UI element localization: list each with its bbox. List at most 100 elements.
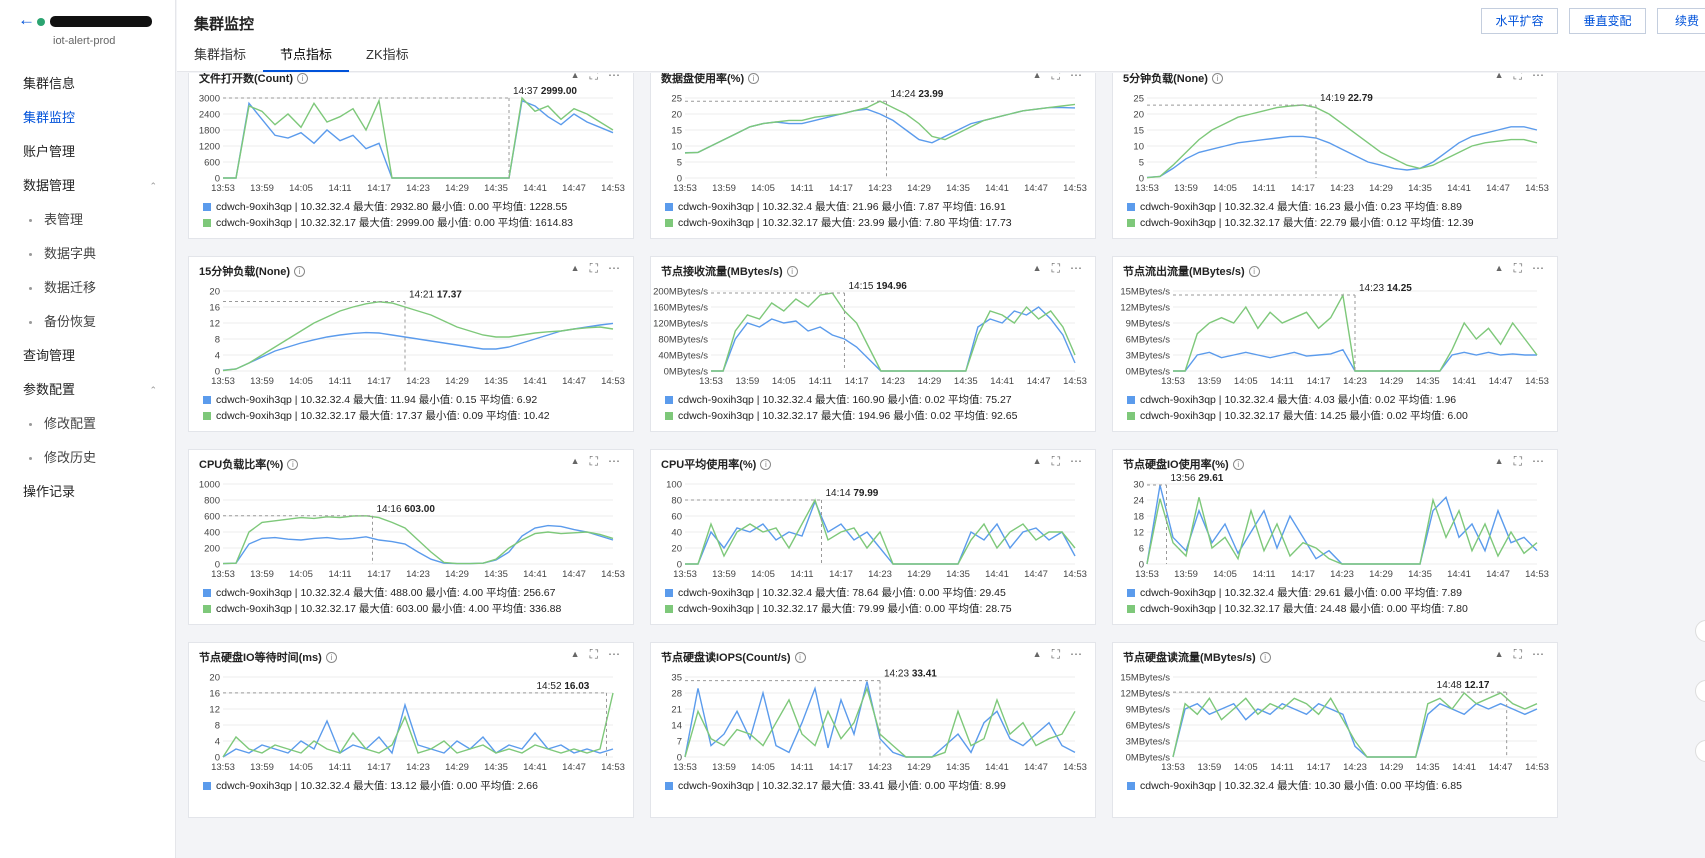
horizontal-scale-button[interactable]: 水平扩容 (1481, 8, 1558, 34)
x-tick-label: 14:23 (881, 376, 905, 384)
sidebar-item-cluster-info[interactable]: 集群信息 (0, 67, 175, 101)
info-icon[interactable]: i (760, 459, 772, 470)
fullscreen-icon[interactable]: ⛶ (1514, 73, 1522, 83)
bell-icon[interactable]: ▲ (1495, 73, 1504, 83)
bell-icon[interactable]: ▲ (1033, 261, 1042, 276)
bell-icon[interactable]: ▲ (1033, 73, 1042, 83)
chart-title-text: 5分钟负载(None) (1123, 73, 1208, 85)
legend-item[interactable]: cdwch-9oxih3qp | 10.32.32.4 最大值: 21.96 最… (665, 199, 1006, 214)
fullscreen-icon[interactable]: ⛶ (590, 73, 598, 83)
bell-icon[interactable]: ▲ (1495, 647, 1504, 662)
vertical-scale-button[interactable]: 垂直变配 (1569, 8, 1646, 34)
bell-icon[interactable]: ▲ (571, 647, 580, 662)
x-tick-label: 13:53 (1161, 376, 1185, 384)
info-icon[interactable]: i (1232, 459, 1244, 470)
tab-node-metrics[interactable]: 节点指标 (263, 46, 350, 72)
bell-icon[interactable]: ▲ (1495, 454, 1504, 469)
fullscreen-icon[interactable]: ⛶ (1514, 647, 1522, 662)
sidebar-item-account[interactable]: 账户管理 (0, 135, 175, 169)
metric-card: 文件打开数(Count) i ▲ ⛶ ⋯ 0 600 1200 1800 2400 3000 13:5… (188, 73, 634, 239)
more-icon[interactable]: ⋯ (1532, 73, 1544, 83)
more-icon[interactable]: ⋯ (1070, 647, 1082, 662)
sidebar-item-dictionary[interactable]: 数据字典 (0, 237, 175, 271)
fullscreen-icon[interactable]: ⛶ (590, 454, 598, 469)
legend-item[interactable]: cdwch-9oxih3qp | 10.32.32.4 最大值: 2932.80… (203, 199, 567, 214)
tab-zk-metrics[interactable]: ZK指标 (349, 46, 426, 72)
bell-icon[interactable]: ▲ (1033, 647, 1042, 662)
more-icon[interactable]: ⋯ (1070, 261, 1082, 276)
sidebar-item-migration[interactable]: 数据迁移 (0, 271, 175, 305)
info-icon[interactable]: i (1211, 73, 1223, 84)
sidebar-item-params[interactable]: 参数配置 ⌃ (0, 373, 175, 407)
x-tick-label: 14:35 (1408, 569, 1432, 577)
fullscreen-icon[interactable]: ⛶ (1052, 261, 1060, 276)
more-icon[interactable]: ⋯ (1532, 647, 1544, 662)
sidebar-item-cluster-monitor[interactable]: 集群监控 (0, 101, 175, 135)
sidebar-item-operation-log[interactable]: 操作记录 (0, 475, 175, 509)
series-line (222, 524, 614, 565)
arrow-left-icon[interactable]: ← (18, 10, 35, 30)
tab-cluster-metrics[interactable]: 集群指标 (177, 46, 263, 72)
sidebar-item-modify-config[interactable]: 修改配置 (0, 407, 175, 441)
fullscreen-icon[interactable]: ⛶ (1514, 261, 1522, 276)
legend-item[interactable]: cdwch-9oxih3qp | 10.32.32.4 最大值: 11.94 最… (203, 392, 537, 407)
sidebar-item-data-management[interactable]: 数据管理 ⌃ (0, 169, 175, 203)
sidebar-item-tables[interactable]: 表管理 (0, 203, 175, 237)
legend-item[interactable]: cdwch-9oxih3qp | 10.32.32.17 最大值: 2999.0… (203, 215, 573, 230)
bell-icon[interactable]: ▲ (571, 73, 580, 83)
more-icon[interactable]: ⋯ (1532, 454, 1544, 469)
x-tick-label: 13:53 (211, 762, 235, 770)
bell-icon[interactable]: ▲ (571, 454, 580, 469)
fullscreen-icon[interactable]: ⛶ (1514, 454, 1522, 469)
legend-item[interactable]: cdwch-9oxih3qp | 10.32.32.17 最大值: 17.37 … (203, 408, 550, 423)
info-icon[interactable]: i (1248, 266, 1260, 277)
legend-swatch (665, 412, 673, 420)
legend-item[interactable]: cdwch-9oxih3qp | 10.32.32.4 最大值: 29.61 最… (1127, 585, 1462, 600)
more-icon[interactable]: ⋯ (1070, 73, 1082, 83)
legend-item[interactable]: cdwch-9oxih3qp | 10.32.32.4 最大值: 16.23 最… (1127, 199, 1462, 214)
legend-item[interactable]: cdwch-9oxih3qp | 10.32.32.17 最大值: 24.48 … (1127, 601, 1468, 616)
legend-item[interactable]: cdwch-9oxih3qp | 10.32.32.4 最大值: 10.30 最… (1127, 778, 1462, 793)
fullscreen-icon[interactable]: ⛶ (1052, 647, 1060, 662)
x-tick-label: 14:29 (1380, 762, 1404, 770)
fullscreen-icon[interactable]: ⛶ (590, 261, 598, 276)
more-icon[interactable]: ⋯ (1070, 454, 1082, 469)
legend-item[interactable]: cdwch-9oxih3qp | 10.32.32.4 最大值: 4.03 最小… (1127, 392, 1456, 407)
more-icon[interactable]: ⋯ (608, 647, 620, 662)
legend-text: cdwch-9oxih3qp | 10.32.32.4 最大值: 4.03 最小… (1140, 394, 1457, 406)
legend-item[interactable]: cdwch-9oxih3qp | 10.32.32.17 最大值: 22.79 … (1127, 215, 1474, 230)
legend-item[interactable]: cdwch-9oxih3qp | 10.32.32.4 最大值: 13.12 最… (203, 778, 538, 793)
info-icon[interactable]: i (294, 266, 306, 277)
legend-item[interactable]: cdwch-9oxih3qp | 10.32.32.17 最大值: 23.99 … (665, 215, 1012, 230)
fullscreen-icon[interactable]: ⛶ (590, 647, 598, 662)
legend-item[interactable]: cdwch-9oxih3qp | 10.32.32.4 最大值: 160.90 … (665, 392, 1012, 407)
legend-item[interactable]: cdwch-9oxih3qp | 10.32.32.17 最大值: 14.25 … (1127, 408, 1468, 423)
legend-item[interactable]: cdwch-9oxih3qp | 10.32.32.4 最大值: 488.00 … (203, 585, 556, 600)
more-icon[interactable]: ⋯ (608, 73, 620, 83)
bell-icon[interactable]: ▲ (571, 261, 580, 276)
fullscreen-icon[interactable]: ⛶ (1052, 73, 1060, 83)
sidebar-item-query[interactable]: 查询管理 (0, 339, 175, 373)
more-icon[interactable]: ⋯ (608, 261, 620, 276)
sidebar-item-backup[interactable]: 备份恢复 (0, 305, 175, 339)
info-icon[interactable]: i (786, 266, 798, 277)
renew-button[interactable]: 续费 (1657, 8, 1705, 34)
legend-item[interactable]: cdwch-9oxih3qp | 10.32.32.4 最大值: 78.64 最… (665, 585, 1006, 600)
legend-item[interactable]: cdwch-9oxih3qp | 10.32.32.17 最大值: 603.00… (203, 601, 561, 616)
fullscreen-icon[interactable]: ⛶ (1052, 454, 1060, 469)
info-icon[interactable]: i (325, 652, 337, 663)
more-icon[interactable]: ⋯ (608, 454, 620, 469)
bell-icon[interactable]: ▲ (1495, 261, 1504, 276)
info-icon[interactable]: i (1259, 652, 1271, 663)
info-icon[interactable]: i (297, 73, 309, 84)
legend-item[interactable]: cdwch-9oxih3qp | 10.32.32.17 最大值: 33.41 … (665, 778, 1006, 793)
more-icon[interactable]: ⋯ (1532, 261, 1544, 276)
info-icon[interactable]: i (287, 459, 299, 470)
info-icon[interactable]: i (794, 652, 806, 663)
sidebar-item-history[interactable]: 修改历史 (0, 441, 175, 475)
info-icon[interactable]: i (748, 73, 760, 84)
bell-icon[interactable]: ▲ (1033, 454, 1042, 469)
x-tick-label: 14:05 (751, 762, 775, 770)
legend-item[interactable]: cdwch-9oxih3qp | 10.32.32.17 最大值: 194.96… (665, 408, 1018, 423)
legend-item[interactable]: cdwch-9oxih3qp | 10.32.32.17 最大值: 79.99 … (665, 601, 1012, 616)
